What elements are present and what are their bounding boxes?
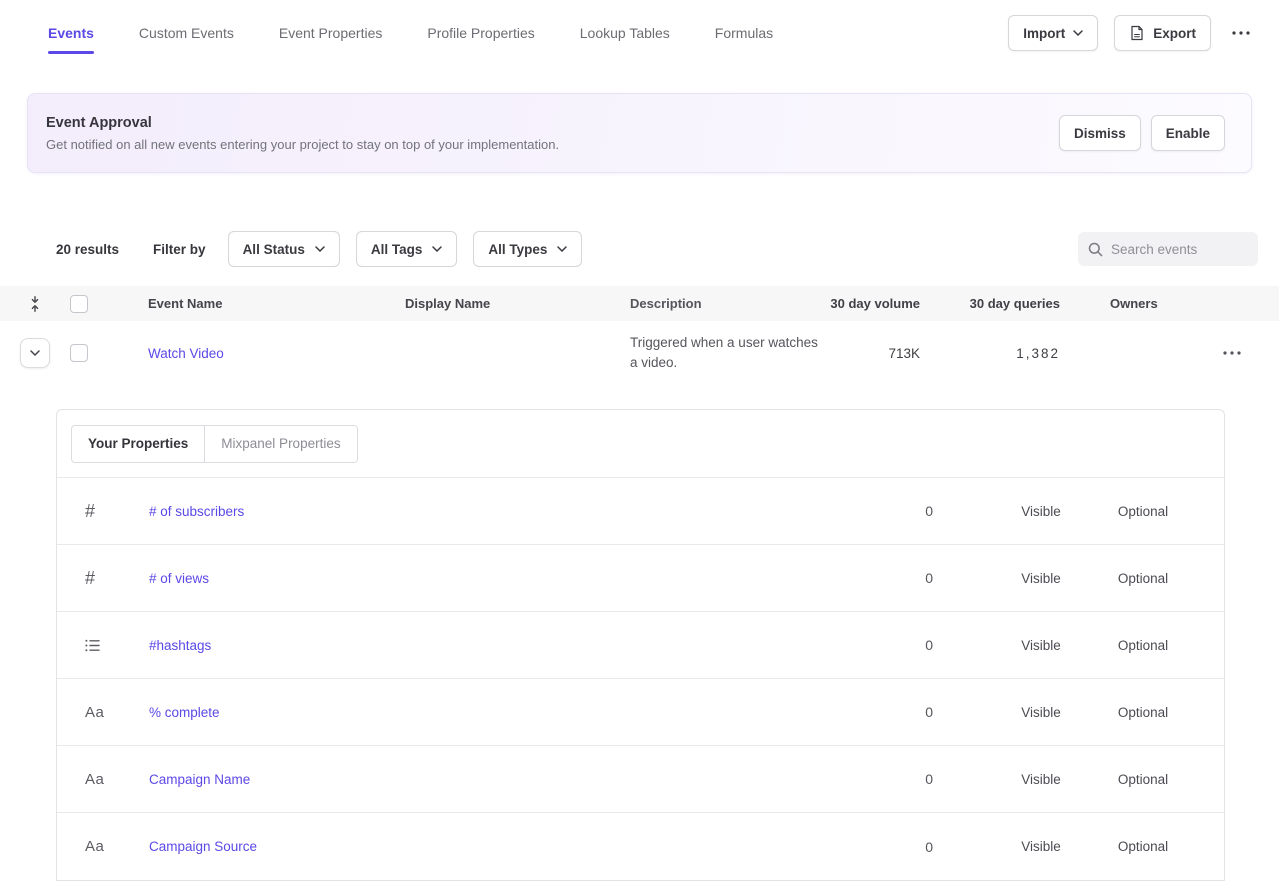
property-visibility[interactable]: Visible — [991, 571, 1091, 586]
banner-text: Event Approval Get notified on all new e… — [46, 115, 559, 152]
number-type-icon: # — [85, 568, 95, 589]
header-owners: Owners — [1060, 296, 1220, 311]
table-row-watch-video: Watch Video Triggered when a user watche… — [0, 321, 1279, 385]
nav-actions: Import Export — [1008, 15, 1255, 51]
property-query-count: 0 — [873, 503, 933, 519]
collapse-all-button[interactable] — [0, 296, 70, 312]
banner-actions: Dismiss Enable — [1059, 115, 1225, 151]
property-name-link[interactable]: # of views — [149, 571, 209, 586]
property-row: Aa Campaign Name 0 Visible Optional — [57, 746, 1224, 813]
list-type-icon — [85, 639, 100, 652]
chevron-down-icon — [30, 350, 40, 356]
property-name-link[interactable]: #hashtags — [149, 638, 211, 653]
events-table-header: Event Name Display Name Description 30 d… — [0, 286, 1279, 321]
tab-event-properties[interactable]: Event Properties — [279, 0, 383, 66]
text-type-icon: Aa — [85, 838, 104, 855]
property-visibility[interactable]: Visible — [991, 705, 1091, 720]
types-filter-dropdown[interactable]: All Types — [473, 231, 582, 267]
property-requirement[interactable]: Optional — [1093, 772, 1193, 787]
tab-events[interactable]: Events — [48, 0, 94, 66]
property-requirement[interactable]: Optional — [1093, 571, 1193, 586]
property-query-count: 0 — [873, 637, 933, 653]
property-requirement[interactable]: Optional — [1093, 638, 1193, 653]
property-query-count: 0 — [873, 570, 933, 586]
banner-title: Event Approval — [46, 115, 559, 131]
property-query-count: 0 — [873, 704, 933, 720]
number-type-icon: # — [85, 501, 95, 522]
event-name-link[interactable]: Watch Video — [148, 346, 224, 361]
filter-bar: 20 results Filter by All Status All Tags… — [0, 231, 1279, 267]
header-event-name: Event Name — [104, 296, 405, 311]
ellipsis-icon — [1232, 31, 1250, 35]
property-row: # # of subscribers 0 Visible Optional — [57, 478, 1224, 545]
property-requirement[interactable]: Optional — [1093, 504, 1193, 519]
status-filter-dropdown[interactable]: All Status — [228, 231, 340, 267]
header-30-day-queries: 30 day queries — [920, 296, 1060, 311]
property-visibility[interactable]: Visible — [991, 638, 1091, 653]
event-description: Triggered when a user watches a video. — [630, 333, 820, 374]
property-name-link[interactable]: # of subscribers — [149, 504, 244, 519]
property-query-count: 0 — [873, 839, 933, 855]
tab-mixpanel-properties[interactable]: Mixpanel Properties — [204, 426, 356, 462]
search-input[interactable] — [1111, 242, 1248, 257]
property-requirement[interactable]: Optional — [1093, 839, 1193, 854]
enable-button[interactable]: Enable — [1151, 115, 1225, 151]
collapse-all-icon — [29, 296, 41, 312]
property-row: Aa % complete 0 Visible Optional — [57, 679, 1224, 746]
property-name-link[interactable]: Campaign Name — [149, 772, 250, 787]
property-row: #hashtags 0 Visible Optional — [57, 612, 1224, 679]
property-query-count: 0 — [873, 771, 933, 787]
tags-filter-dropdown[interactable]: All Tags — [356, 231, 458, 267]
import-button[interactable]: Import — [1008, 15, 1098, 51]
event-30-day-queries: 1,382 — [920, 346, 1060, 361]
dismiss-button[interactable]: Dismiss — [1059, 115, 1141, 151]
header-display-name: Display Name — [405, 296, 630, 311]
tab-formulas[interactable]: Formulas — [715, 0, 773, 66]
top-navigation: Events Custom Events Event Properties Pr… — [0, 0, 1279, 66]
tab-your-properties[interactable]: Your Properties — [72, 426, 204, 462]
results-count: 20 results — [56, 242, 119, 257]
chevron-down-icon — [315, 246, 325, 252]
nav-tabs: Events Custom Events Event Properties Pr… — [48, 0, 773, 66]
property-row: Aa Campaign Source 0 Visible Optional — [57, 813, 1224, 880]
filter-by-label: Filter by — [153, 242, 206, 257]
text-type-icon: Aa — [85, 704, 104, 721]
row-expander-button[interactable] — [20, 338, 50, 368]
text-type-icon: Aa — [85, 771, 104, 788]
tab-lookup-tables[interactable]: Lookup Tables — [580, 0, 670, 66]
banner-description: Get notified on all new events entering … — [46, 137, 559, 152]
property-name-link[interactable]: % complete — [149, 705, 220, 720]
chevron-down-icon — [1073, 30, 1083, 36]
property-visibility[interactable]: Visible — [991, 504, 1091, 519]
property-visibility[interactable]: Visible — [991, 839, 1091, 854]
chevron-down-icon — [557, 246, 567, 252]
event-30-day-volume: 713K — [820, 346, 920, 361]
chevron-down-icon — [432, 246, 442, 252]
search-box[interactable] — [1078, 232, 1258, 266]
event-approval-banner: Event Approval Get notified on all new e… — [27, 93, 1252, 173]
export-icon — [1129, 25, 1145, 41]
row-checkbox[interactable] — [70, 344, 88, 362]
header-description: Description — [630, 294, 820, 314]
tab-profile-properties[interactable]: Profile Properties — [427, 0, 534, 66]
properties-tabs: Your Properties Mixpanel Properties — [57, 410, 1224, 478]
export-button[interactable]: Export — [1114, 15, 1211, 51]
header-30-day-volume: 30 day volume — [820, 296, 920, 311]
property-name-link[interactable]: Campaign Source — [149, 839, 257, 854]
more-options-button[interactable] — [1227, 19, 1255, 47]
property-row: # # of views 0 Visible Optional — [57, 545, 1224, 612]
properties-panel: Your Properties Mixpanel Properties # # … — [56, 409, 1225, 881]
property-visibility[interactable]: Visible — [991, 772, 1091, 787]
tab-custom-events[interactable]: Custom Events — [139, 0, 234, 66]
select-all-checkbox[interactable] — [70, 295, 88, 313]
row-menu-button[interactable] — [1223, 351, 1241, 355]
search-icon — [1088, 242, 1103, 257]
property-requirement[interactable]: Optional — [1093, 705, 1193, 720]
